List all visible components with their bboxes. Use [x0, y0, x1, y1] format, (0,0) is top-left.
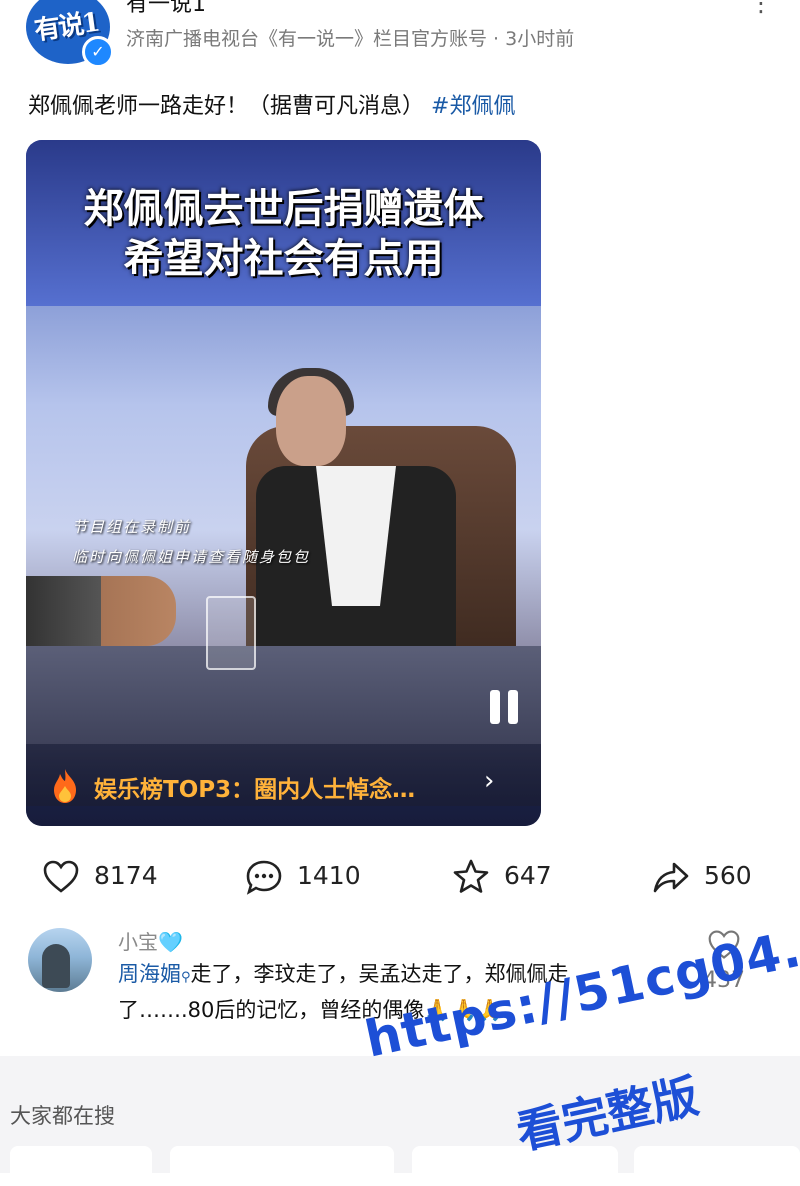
trending-label: 娱乐榜TOP3：圈内人士悼念… [94, 777, 416, 803]
account-subtitle: 济南广播电视台《有一说一》栏目官方账号 · 3小时前 [126, 28, 575, 50]
chevron-right-icon: › [484, 766, 495, 796]
search-chip[interactable] [170, 1146, 394, 1186]
post-header: 有说1 ✓ 有一说1 济南广播电视台《有一说一》栏目官方账号 · 3小时前 ⋮ [0, 0, 800, 80]
favorite-count: 647 [504, 861, 552, 890]
video-title-line2: 希望对社会有点用 [123, 236, 444, 282]
star-icon [453, 859, 489, 893]
search-chip[interactable] [412, 1146, 618, 1186]
comment-count: 1410 [297, 861, 361, 890]
heart-icon [43, 860, 79, 893]
glass [206, 596, 256, 670]
avatar-figure [42, 944, 70, 988]
verified-icon: ✓ [82, 36, 114, 68]
video-frame: 节目组在录制前 临时向佩佩姐申请查看随身包包 [26, 306, 541, 806]
comment-icon [246, 860, 282, 895]
like-count: 8174 [94, 861, 158, 890]
pause-icon[interactable] [488, 690, 520, 724]
post-text: 郑佩佩老师一路走好！（据曹可凡消息） #郑佩佩 [28, 88, 515, 120]
account-name[interactable]: 有一说1 [126, 0, 206, 18]
commenter-avatar[interactable] [28, 928, 92, 992]
trending-bar[interactable]: 娱乐榜TOP3：圈内人士悼念… › [26, 744, 541, 826]
more-options-icon[interactable]: ⋮ [748, 0, 774, 26]
video-player[interactable]: 郑佩佩去世后捐赠遗体 希望对社会有点用 节目组在录制前 临时向佩佩姐申请查看随身… [26, 140, 541, 826]
share-count: 560 [704, 861, 752, 890]
search-chip[interactable] [10, 1146, 152, 1186]
host-hand [26, 576, 176, 646]
post-body: 郑佩佩老师一路走好！（据曹可凡消息） [28, 94, 425, 119]
share-icon [653, 862, 689, 893]
search-mini-icon: ⚲ [181, 970, 191, 985]
video-subtitle-line2: 临时向佩佩姐申请查看随身包包 [72, 548, 311, 566]
commenter-name[interactable]: 小宝🩵 [118, 926, 183, 955]
person-head [276, 376, 346, 466]
commenter-username: 小宝 [118, 930, 158, 954]
video-subtitle-line1: 节目组在录制前 [72, 518, 192, 536]
search-section-title: 大家都在搜 [10, 1104, 115, 1128]
fire-icon [54, 769, 76, 803]
search-chip[interactable] [634, 1146, 800, 1186]
comment-mention[interactable]: 周海媚 [118, 962, 181, 986]
post-hashtag[interactable]: #郑佩佩 [431, 94, 515, 119]
blue-heart-icon: 🩵 [158, 930, 183, 954]
